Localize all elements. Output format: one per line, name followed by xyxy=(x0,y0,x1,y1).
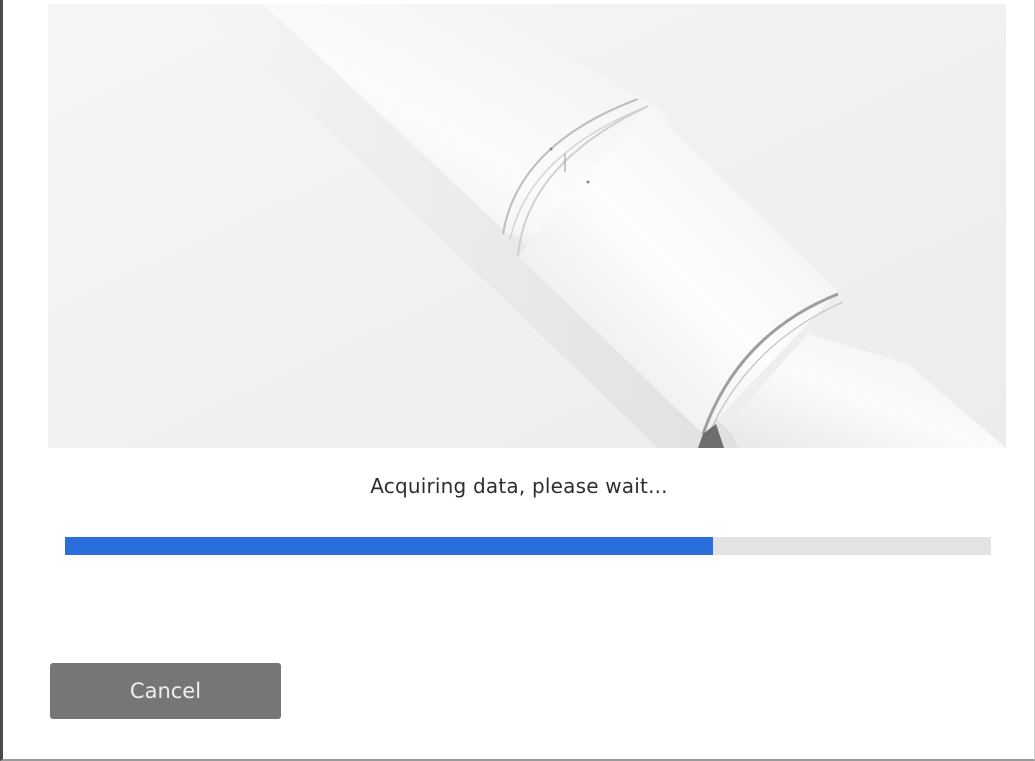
device-illustration xyxy=(48,4,1006,448)
cancel-button[interactable]: Cancel xyxy=(50,663,281,719)
hero-product-image xyxy=(48,4,1006,448)
acquisition-dialog: Acquiring data, please wait... Cancel xyxy=(0,0,1035,761)
progress-bar xyxy=(65,537,991,555)
progress-bar-fill xyxy=(65,537,714,555)
status-message: Acquiring data, please wait... xyxy=(370,474,668,498)
